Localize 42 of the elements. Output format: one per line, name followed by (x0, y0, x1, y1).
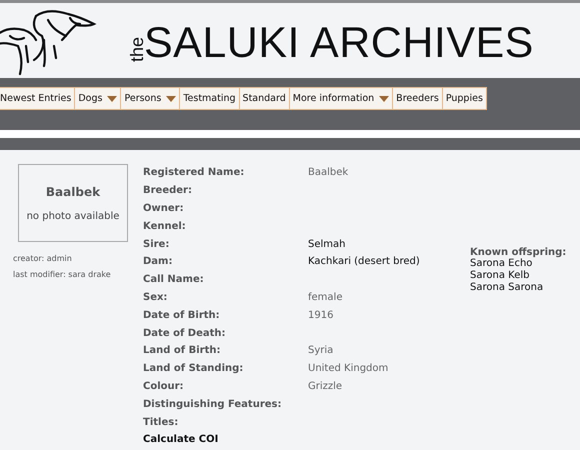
nav-link[interactable]: Breeders (393, 87, 443, 110)
field-label: Distinguishing Features: (143, 398, 282, 410)
field-value: Baalbek (308, 167, 348, 178)
field-link[interactable]: Kachkari (desert bred) (308, 256, 420, 268)
field-value: Grizzle (308, 380, 342, 392)
field-link[interactable]: Selmah (308, 238, 346, 250)
field-value: United Kingdom (308, 363, 388, 374)
nav-link[interactable]: Standard (240, 87, 290, 110)
field-label: Dam: (143, 256, 174, 268)
nav-link[interactable]: Dogs (75, 87, 122, 110)
field-label: Date of Birth: (143, 310, 221, 321)
field-label: Kennel: (143, 220, 187, 232)
meta-text: creator: admin (13, 254, 73, 263)
field-label: Sire: (143, 238, 170, 250)
field-label: Land of Birth: (143, 345, 222, 356)
field-label: Breeder: (143, 185, 193, 196)
field-label: Owner: (143, 202, 185, 214)
logo-prefix: the (128, 36, 146, 62)
dog-name: Baalbek (46, 184, 100, 198)
logo-text: SALUKI ARCHIVES (144, 19, 534, 68)
meta-text: last modifier: sara drake (13, 270, 112, 279)
nav-link[interactable]: Testmating (180, 87, 240, 110)
nav-link[interactable]: Persons (121, 87, 180, 110)
section-heading: Known offspring: (470, 247, 566, 258)
field-label: Call Name: (143, 274, 205, 286)
field-value: Syria (308, 345, 334, 356)
nav-link[interactable]: More information (290, 87, 394, 110)
field-value: 1916 (308, 310, 334, 321)
nav-link[interactable]: Newest Entries (0, 87, 76, 110)
offspring-link[interactable]: Sarona Sarona (470, 282, 544, 294)
nav-link[interactable]: Puppies (442, 87, 487, 110)
field-label: Land of Standing: (143, 363, 244, 374)
offspring-link[interactable]: Sarona Kelb (470, 270, 530, 282)
offspring-link[interactable]: Sarona Echo (470, 258, 532, 270)
photo-caption: no photo available (26, 210, 120, 222)
field-label: Registered Name: (143, 167, 246, 178)
field-label: Titles: (143, 416, 180, 428)
field-value: female (308, 292, 342, 303)
calculate-link[interactable]: Calculate COI (143, 434, 218, 446)
field-label: Sex: (143, 292, 168, 303)
field-label: Colour: (143, 380, 185, 392)
field-label: Date of Death: (143, 328, 227, 339)
